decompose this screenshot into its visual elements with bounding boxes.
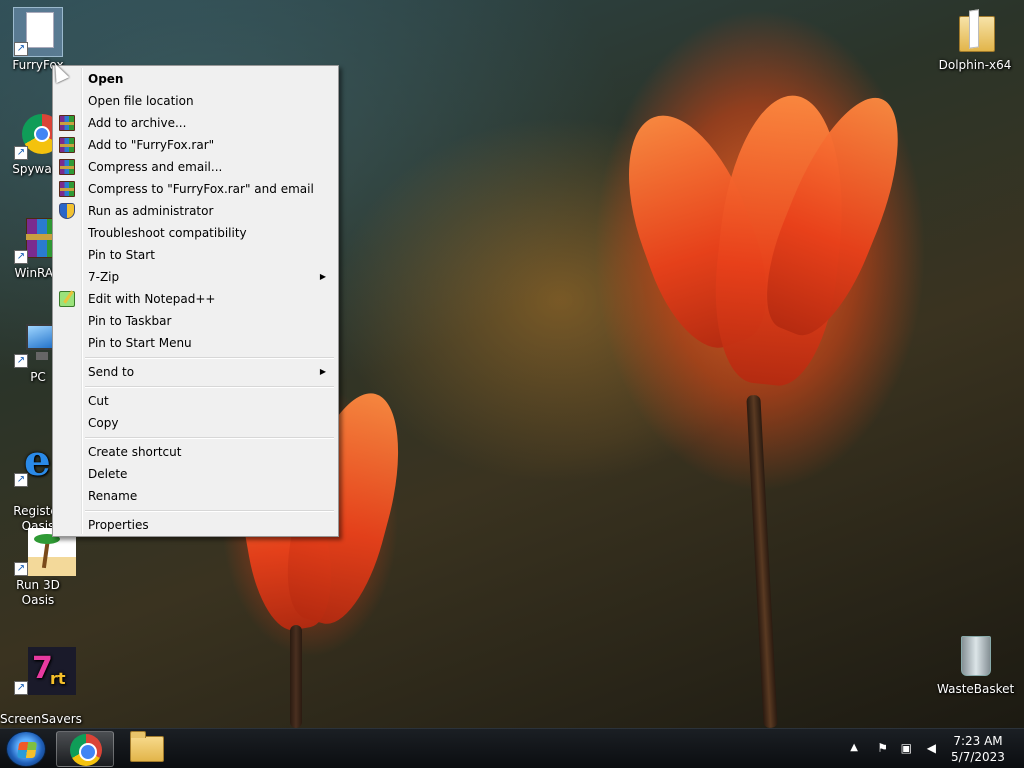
shortcut-arrow-icon: ↗ <box>14 146 28 160</box>
menu-item-rename[interactable]: Rename <box>55 485 336 507</box>
menu-item-label: Pin to Taskbar <box>88 314 172 328</box>
menu-item-send-to[interactable]: Send to ▶ <box>55 361 336 383</box>
menu-item-open[interactable]: Open <box>55 68 336 90</box>
taskbar-item-file-explorer[interactable] <box>118 731 176 767</box>
submenu-arrow-icon: ▶ <box>319 272 326 281</box>
tulip-stem <box>746 394 778 729</box>
menu-item-edit-with-notepad-plus-plus[interactable]: Edit with Notepad++ <box>55 288 336 310</box>
action-center-flag-icon[interactable]: ⚑ <box>877 741 888 755</box>
shortcut-arrow-icon: ↗ <box>14 473 28 487</box>
menu-item-label: Rename <box>88 489 138 503</box>
taskbar-clock[interactable]: 7:23 AM 5/7/2023 <box>948 733 1008 765</box>
shortcut-arrow-icon: ↗ <box>14 250 28 264</box>
menu-item-7zip[interactable]: 7-Zip ▶ <box>55 266 336 288</box>
menu-item-label: Delete <box>88 467 128 481</box>
taskbar-item-chrome[interactable] <box>56 731 114 767</box>
submenu-arrow-icon: ▶ <box>319 367 326 376</box>
menu-item-run-as-administrator[interactable]: Run as administrator <box>55 200 336 222</box>
menu-item-label: Troubleshoot compatibility <box>88 226 247 240</box>
menu-item-properties[interactable]: Properties <box>55 514 336 536</box>
recycle-bin-icon <box>951 632 999 680</box>
menu-item-label: Copy <box>88 416 119 430</box>
menu-item-label: Run as administrator <box>88 204 214 218</box>
menu-item-pin-to-taskbar[interactable]: Pin to Taskbar <box>55 310 336 332</box>
winrar-icon <box>59 181 75 197</box>
menu-item-label: Pin to Start Menu <box>88 336 192 350</box>
menu-item-add-to-archive[interactable]: Add to archive... <box>55 112 336 134</box>
menu-item-label: Add to archive... <box>88 116 187 130</box>
desktop-icon-furryfox[interactable]: ↗ FurryFox <box>0 7 76 73</box>
show-hidden-icons-chevron-icon[interactable]: ▲ <box>850 742 858 753</box>
desktop-icon-label: WasteBasket <box>937 682 1015 696</box>
chrome-icon <box>70 734 102 766</box>
menu-item-delete[interactable]: Delete <box>55 463 336 485</box>
menu-item-compress-and-email[interactable]: Compress and email... <box>55 156 336 178</box>
desktop-icon-label: Run 3D Oasis <box>16 578 60 607</box>
menu-item-compress-to-rar-and-email[interactable]: Compress to "FurryFox.rar" and email <box>55 178 336 200</box>
menu-item-label: Properties <box>88 518 149 532</box>
menu-item-cut[interactable]: Cut <box>55 390 336 412</box>
menu-item-label: Send to <box>88 365 135 379</box>
menu-item-copy[interactable]: Copy <box>55 412 336 434</box>
menu-separator <box>85 507 336 514</box>
menu-item-label: Pin to Start <box>88 248 155 262</box>
desktop-icon-dolphin[interactable]: Dolphin-x64 <box>937 8 1013 73</box>
taskbar: ▲ ⚑ ▣ ◀ 7:23 AM 5/7/2023 <box>0 728 1024 768</box>
menu-item-add-to-rar[interactable]: Add to "FurryFox.rar" <box>55 134 336 156</box>
folder-icon <box>951 8 999 56</box>
volume-muted-icon[interactable]: ◀ <box>927 741 936 755</box>
menu-item-pin-to-start[interactable]: Pin to Start <box>55 244 336 266</box>
menu-item-label: Open file location <box>88 94 194 108</box>
menu-item-open-file-location[interactable]: Open file location <box>55 90 336 112</box>
menu-item-label: Open <box>88 72 124 86</box>
menu-separator <box>85 434 336 441</box>
clock-date: 5/7/2023 <box>951 750 1005 764</box>
clock-time: 7:23 AM <box>953 734 1003 748</box>
windows-logo-icon <box>16 742 38 758</box>
menu-item-label: Cut <box>88 394 109 408</box>
menu-item-label: Add to "FurryFox.rar" <box>88 138 215 152</box>
folder-icon <box>130 731 164 762</box>
shortcut-arrow-icon: ↗ <box>14 354 28 368</box>
menu-item-label: Create shortcut <box>88 445 182 459</box>
menu-item-label: 7-Zip <box>88 270 120 284</box>
shortcut-arrow-icon: ↗ <box>14 681 28 695</box>
menu-item-pin-to-start-menu[interactable]: Pin to Start Menu <box>55 332 336 354</box>
menu-separator <box>85 354 336 361</box>
desktop-icon-wastebasket[interactable]: WasteBasket <box>937 632 1015 697</box>
notepad-plus-plus-icon <box>59 291 75 307</box>
menu-item-create-shortcut[interactable]: Create shortcut <box>55 441 336 463</box>
menu-item-label: Compress to "FurryFox.rar" and email <box>88 182 314 196</box>
winrar-icon <box>59 137 75 153</box>
uac-shield-icon <box>59 203 75 219</box>
screensaver-icon: 7 rt ↗ <box>14 647 76 695</box>
context-menu: Open Open file location Add to archive..… <box>52 65 339 537</box>
desktop-icon-label: Dolphin-x64 <box>938 58 1012 72</box>
winrar-icon <box>59 115 75 131</box>
shortcut-arrow-icon: ↗ <box>14 562 28 576</box>
shortcut-arrow-icon: ↗ <box>14 42 28 56</box>
start-button[interactable] <box>6 731 46 767</box>
menu-item-troubleshoot-compatibility[interactable]: Troubleshoot compatibility <box>55 222 336 244</box>
desktop-icon-run-3d-oasis[interactable]: ↗ Run 3D Oasis <box>0 528 76 608</box>
menu-item-label: Edit with Notepad++ <box>88 292 216 306</box>
network-icon[interactable]: ▣ <box>901 741 912 755</box>
menu-separator <box>85 383 336 390</box>
file-icon: ↗ <box>13 7 63 57</box>
menu-item-label: Compress and email... <box>88 160 223 174</box>
winrar-icon <box>59 159 75 175</box>
tulip-stem <box>290 625 302 728</box>
